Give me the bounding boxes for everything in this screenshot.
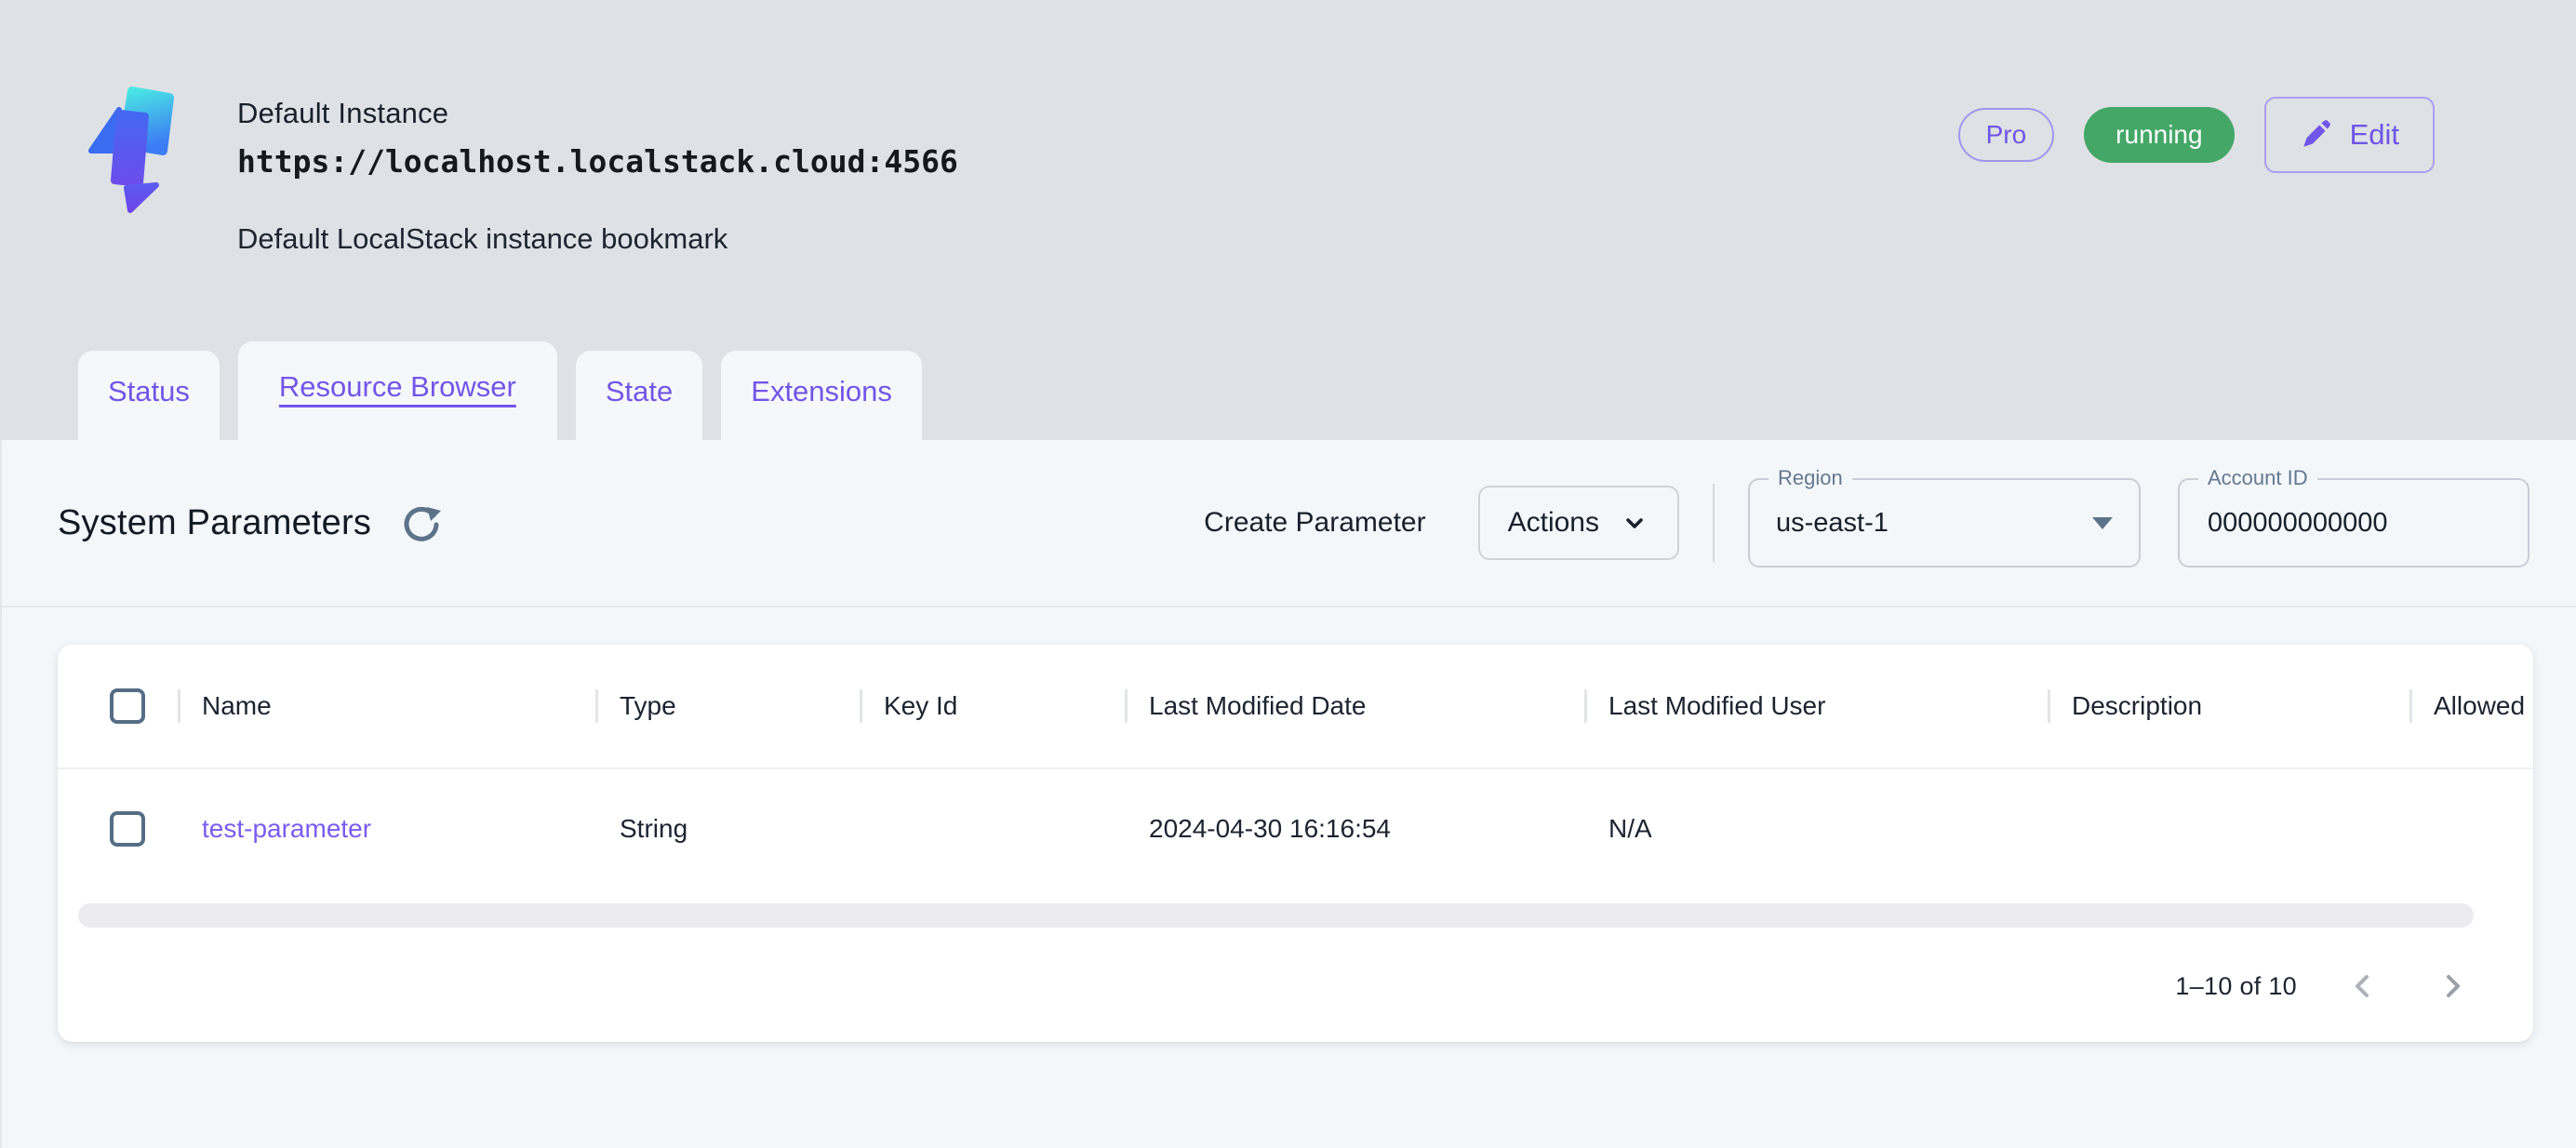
next-page-button[interactable] xyxy=(2429,963,2476,1009)
pencil-icon xyxy=(2300,119,2331,151)
instance-description: Default LocalStack instance bookmark xyxy=(237,222,958,256)
row-select-cell xyxy=(58,769,178,888)
actions-button-label: Actions xyxy=(1508,507,1599,539)
instance-title-block: Default Instance https://localhost.local… xyxy=(237,97,958,256)
column-header-type[interactable]: Type xyxy=(620,691,676,721)
localstack-logo-icon xyxy=(84,86,212,216)
toolbar-divider xyxy=(1713,484,1715,562)
region-select-label: Region xyxy=(1768,466,1852,490)
instance-badges: Pro running Edit xyxy=(1958,97,2435,173)
toolbar-actions: Create Parameter Actions Region us-east-… xyxy=(1204,478,2529,567)
select-all-cell xyxy=(58,645,178,768)
select-all-checkbox[interactable] xyxy=(110,688,145,724)
parameters-table-card: Name Type Key Id Last Modified Date Last… xyxy=(58,645,2533,1042)
account-id-field: Account ID xyxy=(2178,478,2529,567)
create-parameter-button[interactable]: Create Parameter xyxy=(1204,507,1425,539)
tab-resource-browser[interactable]: Resource Browser xyxy=(238,341,557,440)
instance-url: https://localhost.localstack.cloud:4566 xyxy=(237,143,958,180)
region-select[interactable]: Region us-east-1 xyxy=(1748,478,2141,567)
tab-status[interactable]: Status xyxy=(78,351,220,440)
actions-dropdown-button[interactable]: Actions xyxy=(1478,486,1679,560)
parameter-last-modified-date: 2024-04-30 16:16:54 xyxy=(1149,814,1391,844)
tab-state[interactable]: State xyxy=(576,351,702,440)
pro-badge: Pro xyxy=(1958,108,2055,162)
column-header-description[interactable]: Description xyxy=(2072,691,2202,721)
account-id-label: Account ID xyxy=(2198,466,2317,490)
instance-tabs: Status Resource Browser State Extensions xyxy=(78,341,922,440)
chevron-left-icon xyxy=(2345,968,2381,1004)
instance-header: Default Instance https://localhost.local… xyxy=(0,0,2576,440)
previous-page-button[interactable] xyxy=(2340,963,2386,1009)
tab-extensions[interactable]: Extensions xyxy=(721,351,922,440)
column-header-key-id[interactable]: Key Id xyxy=(884,691,957,721)
running-status-badge: running xyxy=(2084,107,2234,163)
table-row: test-parameter String 2024-04-30 16:16:5… xyxy=(58,769,2533,888)
pagination: 1–10 of 10 xyxy=(58,928,2533,1009)
table-header-row: Name Type Key Id Last Modified Date Last… xyxy=(58,645,2533,769)
region-select-value: us-east-1 xyxy=(1776,508,2092,539)
parameter-type: String xyxy=(620,814,687,844)
row-checkbox[interactable] xyxy=(110,811,145,847)
pagination-range: 1–10 of 10 xyxy=(2175,972,2297,1001)
chevron-right-icon xyxy=(2435,968,2470,1004)
parameter-last-modified-user: N/A xyxy=(1608,814,1652,844)
column-header-last-modified-date[interactable]: Last Modified Date xyxy=(1149,691,1366,721)
account-id-input[interactable] xyxy=(2208,508,2500,539)
column-header-last-modified-user[interactable]: Last Modified User xyxy=(1608,691,1825,721)
localstack-instance-page: Default Instance https://localhost.local… xyxy=(0,0,2576,1148)
refresh-button[interactable] xyxy=(399,501,444,545)
edit-button[interactable]: Edit xyxy=(2264,97,2435,173)
resource-toolbar: System Parameters Create Parameter Actio… xyxy=(2,440,2576,607)
resource-browser-panel: System Parameters Create Parameter Actio… xyxy=(0,440,2576,1148)
page-title: System Parameters xyxy=(58,503,371,543)
dropdown-arrow-icon xyxy=(2092,517,2113,529)
parameter-name-link[interactable]: test-parameter xyxy=(202,814,371,844)
instance-title: Default Instance xyxy=(237,97,958,130)
chevron-down-icon xyxy=(1620,508,1649,538)
refresh-icon xyxy=(400,501,443,544)
column-header-name[interactable]: Name xyxy=(202,691,272,721)
column-header-allowed[interactable]: Allowed xyxy=(2434,691,2525,721)
edit-button-label: Edit xyxy=(2350,118,2399,152)
horizontal-scrollbar[interactable] xyxy=(78,903,2474,928)
